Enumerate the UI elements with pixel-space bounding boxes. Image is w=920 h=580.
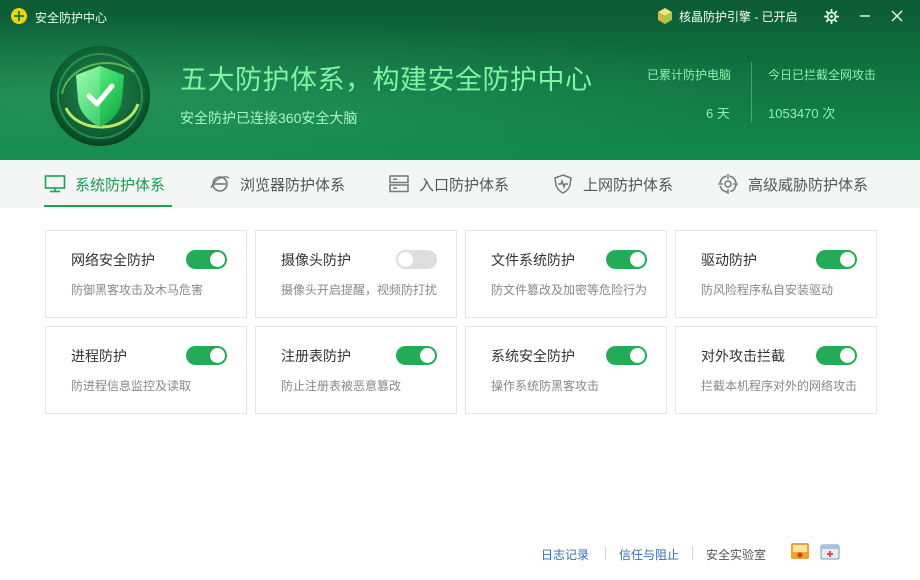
security-lab-label: 安全实验室 (706, 548, 767, 562)
stat-blocked-attacks: 今日已拦截全网攻击 1053470 次 (768, 66, 876, 122)
close-icon (891, 10, 903, 22)
close-button[interactable] (887, 6, 907, 26)
card-camera-protection: 摄像头防护 摄像头开启提醒，视频防打扰 (255, 230, 457, 318)
card-title: 摄像头防护 (281, 252, 351, 268)
toggle-switch[interactable] (186, 250, 227, 269)
lab-tool-icon[interactable] (790, 541, 810, 561)
card-driver-protection: 驱动防护 防风险程序私自安装驱动 (675, 230, 877, 318)
header-banner: 安全防护中心 核晶防护引擎 - 已开启 五大防护体系，构建安全防护中心 安全防护… (0, 0, 920, 160)
card-title: 注册表防护 (281, 348, 351, 364)
tab-advanced-threat-protection[interactable]: 高级威胁防护体系 (717, 160, 868, 208)
trust-block-link[interactable]: 信任与阻止 (619, 546, 679, 563)
toggle-knob (398, 252, 413, 267)
tab-label: 高级威胁防护体系 (748, 176, 869, 194)
stat-value: 1053470 次 (768, 106, 836, 121)
tab-internet-protection[interactable]: 上网防护体系 (552, 160, 673, 208)
toggle-knob (210, 252, 225, 267)
tab-label: 浏览器防护体系 (240, 176, 346, 194)
protection-tabs: 系统防护体系 浏览器防护体系 入口防护体系 上网防护体系 高级威胁防护体系 (0, 160, 920, 208)
toggle-switch[interactable] (606, 250, 647, 269)
card-network-security: 网络安全防护 防御黑客攻击及木马危害 (45, 230, 247, 318)
browser-icon (209, 173, 231, 195)
toggle-knob (840, 252, 855, 267)
server-icon (388, 173, 410, 195)
toggle-switch[interactable] (606, 346, 647, 365)
card-outbound-attack-block: 对外攻击拦截 拦截本机程序对外的网络攻击 (675, 326, 877, 414)
monitor-icon (44, 173, 66, 195)
toggle-switch[interactable] (186, 346, 227, 365)
card-title: 系统安全防护 (491, 348, 575, 364)
toggle-switch[interactable] (816, 346, 857, 365)
tab-label: 上网防护体系 (583, 176, 674, 194)
engine-status[interactable]: 核晶防护引擎 - 已开启 (656, 6, 798, 26)
shield-pulse-icon (552, 173, 574, 195)
active-tab-indicator (44, 205, 172, 207)
stat-label: 今日已拦截全网攻击 (768, 68, 877, 82)
toggle-knob (630, 348, 645, 363)
stat-value: 6 天 (706, 106, 730, 121)
card-description: 防文件篡改及加密等危险行为 (491, 283, 648, 297)
tab-system-protection[interactable]: 系统防护体系 (44, 160, 165, 208)
card-description: 防止注册表被恶意篡改 (281, 379, 402, 393)
card-process-protection: 进程防护 防进程信息监控及读取 (45, 326, 247, 414)
footer-divider (692, 546, 693, 560)
card-description: 操作系统防黑客攻击 (491, 379, 600, 393)
stat-label: 已累计防护电脑 (647, 68, 732, 82)
minimize-button[interactable] (855, 6, 875, 26)
stat-divider (751, 62, 752, 122)
window-title: 安全防护中心 (35, 11, 108, 25)
toggle-knob (840, 348, 855, 363)
shield-emblem-icon (50, 46, 150, 146)
card-title: 进程防护 (71, 348, 127, 364)
footer-divider (605, 546, 606, 560)
card-title: 文件系统防护 (491, 252, 575, 268)
gear-icon (823, 8, 839, 24)
first-aid-kit-icon[interactable] (820, 541, 840, 561)
card-title: 对外攻击拦截 (701, 348, 785, 364)
toggle-knob (420, 348, 435, 363)
cube-icon (658, 8, 672, 24)
log-link[interactable]: 日志记录 (541, 546, 589, 563)
card-system-security: 系统安全防护 操作系统防黑客攻击 (465, 326, 667, 414)
card-description: 摄像头开启提醒，视频防打扰 (281, 283, 438, 297)
toggle-knob (210, 348, 225, 363)
stat-protected-days: 已累计防护电脑 6 天 (647, 66, 731, 122)
title-bar: 安全防护中心 核晶防护引擎 - 已开启 (0, 0, 920, 32)
card-description: 拦截本机程序对外的网络攻击 (701, 379, 858, 393)
card-registry-protection: 注册表防护 防止注册表被恶意篡改 (255, 326, 457, 414)
security-center-window: 安全防护中心 核晶防护引擎 - 已开启 五大防护体系，构建安全防护中心 安全防护… (0, 0, 920, 580)
tab-browser-protection[interactable]: 浏览器防护体系 (209, 160, 345, 208)
toggle-switch[interactable] (816, 250, 857, 269)
settings-button[interactable] (821, 6, 841, 26)
card-description: 防进程信息监控及读取 (71, 379, 192, 393)
card-title: 网络安全防护 (71, 252, 155, 268)
card-description: 防御黑客攻击及木马危害 (71, 283, 204, 297)
hero-title: 五大防护体系，构建安全防护中心 (180, 65, 593, 95)
crosshair-icon (717, 173, 739, 195)
toggle-switch[interactable] (396, 250, 437, 269)
toggle-knob (630, 252, 645, 267)
tab-label: 入口防护体系 (419, 176, 510, 194)
hero-subtitle: 安全防护已连接360安全大脑 (180, 110, 358, 126)
minimize-icon (860, 15, 870, 17)
toggle-switch[interactable] (396, 346, 437, 365)
card-title: 驱动防护 (701, 252, 757, 268)
card-file-system-protection: 文件系统防护 防文件篡改及加密等危险行为 (465, 230, 667, 318)
app-logo-icon (11, 8, 27, 24)
tab-entry-protection[interactable]: 入口防护体系 (388, 160, 509, 208)
card-description: 防风险程序私自安装驱动 (701, 283, 834, 297)
tab-label: 系统防护体系 (75, 176, 166, 194)
engine-status-text: 核晶防护引擎 - 已开启 (679, 9, 798, 24)
